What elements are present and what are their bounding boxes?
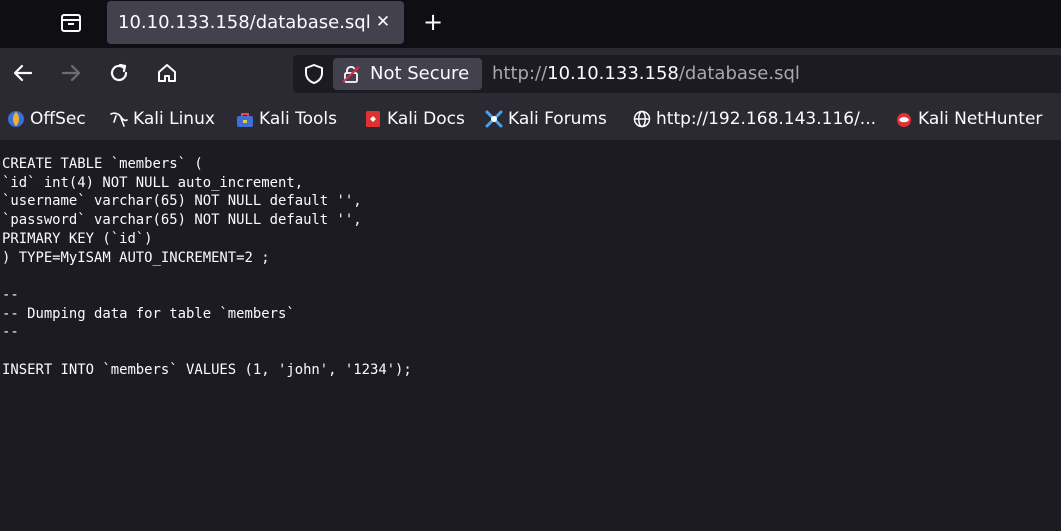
offsec-icon — [7, 110, 25, 128]
back-arrow-icon[interactable] — [9, 59, 37, 87]
site-identity-button[interactable]: Not Secure — [333, 58, 482, 90]
not-secure-label: Not Secure — [370, 63, 470, 84]
bookmark-kali-linux[interactable]: Kali Linux — [110, 108, 215, 130]
forward-arrow-icon[interactable] — [57, 59, 85, 87]
bookmark-kali-docs[interactable]: Kali Docs — [364, 108, 465, 130]
code-line: `password` varchar(65) NOT NULL default … — [2, 212, 362, 229]
url-path: /database.sql — [678, 63, 800, 84]
nethunter-icon — [895, 110, 913, 128]
url-scheme: http:// — [492, 63, 548, 84]
code-line: -- — [2, 324, 19, 341]
bookmark-http-192-168-143-116[interactable]: http://192.168.143.116/... — [633, 108, 876, 130]
bookmark-label: Kali Tools — [259, 109, 337, 129]
kali-docs-icon — [364, 110, 382, 128]
code-line: PRIMARY KEY (`id`) — [2, 230, 153, 247]
code-line: -- Dumping data for table `members` — [2, 305, 295, 322]
globe-icon — [633, 110, 651, 128]
bookmark-label: Kali Linux — [133, 109, 215, 129]
code-line: -- — [2, 286, 19, 303]
tab-list-icon[interactable] — [56, 9, 86, 37]
tab-title: 10.10.133.158/database.sql — [118, 12, 371, 33]
code-line: CREATE TABLE `members` ( — [2, 156, 203, 172]
bookmark-label: OffSec — [30, 109, 86, 129]
code-line: `username` varchar(65) NOT NULL default … — [2, 193, 362, 210]
bookmark-kali-forums[interactable]: Kali Forums — [485, 108, 607, 130]
navigation-toolbar: Not Secure http://10.10.133.158/database… — [0, 48, 1061, 98]
bookmark-kali-nethunter[interactable]: Kali NetHunter — [895, 108, 1042, 130]
bookmark-label: http://192.168.143.116/... — [656, 109, 877, 129]
insecure-lock-icon — [342, 65, 360, 83]
bookmark-label: Kali Forums — [508, 109, 607, 129]
kali-forums-icon — [485, 110, 503, 128]
tab-strip: 10.10.133.158/database.sql ✕ + — [0, 0, 1061, 48]
url-text[interactable]: http://10.10.133.158/database.sql — [492, 63, 800, 84]
sql-file-text: CREATE TABLE `members` ( `id` int(4) NOT… — [2, 155, 412, 379]
tab-active[interactable]: 10.10.133.158/database.sql ✕ — [107, 1, 404, 44]
bookmark-offsec[interactable]: OffSec — [7, 108, 86, 130]
bookmark-label: Kali Docs — [387, 109, 465, 129]
close-icon[interactable]: ✕ — [373, 11, 393, 33]
url-bar[interactable]: Not Secure http://10.10.133.158/database… — [293, 55, 1061, 93]
code-line: INSERT INTO `members` VALUES (1, 'john',… — [2, 361, 412, 378]
code-line: ) TYPE=MyISAM AUTO_INCREMENT=2 ; — [2, 249, 270, 266]
bookmark-label: Kali NetHunter — [918, 109, 1043, 129]
tracking-protection-shield-icon[interactable] — [303, 63, 325, 85]
home-icon[interactable] — [153, 59, 181, 87]
kali-dragon-icon — [110, 110, 128, 128]
new-tab-button[interactable]: + — [420, 8, 446, 36]
bookmark-kali-tools[interactable]: Kali Tools — [236, 108, 337, 130]
bookmarks-toolbar: OffSec Kali Linux Kali Tools Kali Docs K… — [0, 98, 1061, 140]
page-content: CREATE TABLE `members` ( `id` int(4) NOT… — [0, 140, 1061, 531]
code-line: `id` int(4) NOT NULL auto_increment, — [2, 174, 304, 191]
reload-icon[interactable] — [105, 59, 133, 87]
url-host: 10.10.133.158 — [547, 63, 679, 84]
kali-tools-icon — [236, 110, 254, 128]
